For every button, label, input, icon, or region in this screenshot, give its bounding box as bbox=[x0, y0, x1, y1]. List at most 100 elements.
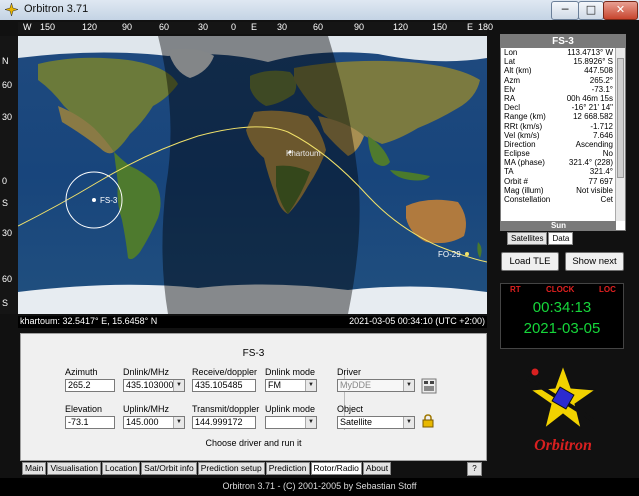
tab-location[interactable]: Location bbox=[102, 462, 141, 475]
info-row-key: Direction bbox=[504, 139, 536, 149]
dnlink-mode-value: FM bbox=[268, 380, 281, 390]
elevation-field[interactable]: -73.1 bbox=[65, 416, 115, 429]
info-row: MA (phase) 321.4° (228) bbox=[501, 158, 625, 167]
clock-toggle[interactable]: CLOCK bbox=[546, 285, 574, 294]
minimize-button[interactable]: ─ bbox=[551, 1, 579, 20]
driver-select[interactable]: MyDDE ▼ bbox=[337, 379, 415, 392]
lon-tick-label: 180 bbox=[478, 22, 494, 32]
chevron-down-icon[interactable]: ▼ bbox=[403, 417, 414, 428]
satellite-marker-fo29[interactable] bbox=[465, 252, 469, 256]
lat-tick-label: S bbox=[2, 298, 9, 308]
help-button[interactable]: ? bbox=[467, 462, 482, 476]
maximize-button[interactable]: □ bbox=[578, 1, 604, 20]
tab-prediction[interactable]: Prediction bbox=[265, 462, 310, 475]
world-map[interactable]: FS-3 FO-29 Khartoum bbox=[18, 36, 487, 314]
object-label: Object bbox=[337, 404, 364, 414]
bottom-tab-bar: Main Visualisation Location Sat/Orbit info P… bbox=[22, 462, 392, 475]
info-row-key: Decl bbox=[504, 103, 521, 113]
info-row: Azm 265.2° bbox=[501, 76, 625, 85]
lat-tick-label: S bbox=[2, 198, 9, 208]
load-tle-button[interactable]: Load TLE bbox=[501, 252, 559, 271]
orbitron-logo: Orbitron bbox=[503, 360, 623, 460]
info-row-value: Not visible bbox=[576, 185, 613, 195]
rotor-sat-title: FS-3 bbox=[242, 348, 265, 359]
dnlink-select[interactable]: 435.103000 ▼ bbox=[123, 379, 185, 392]
info-row-key: Orbit # bbox=[504, 176, 529, 186]
uplink-mode-select[interactable]: ▼ bbox=[265, 416, 317, 429]
info-row-value: -73.1° bbox=[591, 84, 613, 94]
lon-tick-label: 0 bbox=[231, 22, 237, 32]
receive-label: Receive/doppler bbox=[192, 367, 258, 377]
info-row: Elv -73.1° bbox=[501, 85, 625, 94]
lon-tick-label: 150 bbox=[432, 22, 448, 32]
chevron-down-icon[interactable]: ▼ bbox=[173, 380, 184, 391]
tab-data[interactable]: Data bbox=[548, 232, 574, 245]
info-row-key: Azm bbox=[504, 75, 520, 85]
info-row-value: No bbox=[602, 149, 613, 159]
chevron-down-icon[interactable]: ▼ bbox=[173, 417, 184, 428]
clock-time: 00:34:13 bbox=[532, 299, 592, 316]
info-row-value: 77 697 bbox=[588, 176, 613, 186]
show-next-button[interactable]: Show next bbox=[565, 252, 624, 271]
chevron-down-icon[interactable]: ▼ bbox=[305, 380, 316, 391]
lat-tick-label: 60 bbox=[2, 80, 13, 90]
chevron-down-icon[interactable]: ▼ bbox=[305, 417, 316, 428]
satellite-label-fo29: FO-29 bbox=[438, 250, 461, 259]
uplink-select[interactable]: 145.000 ▼ bbox=[123, 416, 185, 429]
info-row-value: 321.4° (228) bbox=[568, 158, 613, 168]
lon-tick-label: 120 bbox=[82, 22, 98, 32]
info-scrollbar[interactable] bbox=[615, 48, 625, 221]
close-button[interactable]: ✕ bbox=[603, 1, 638, 20]
info-rows: Lon 113.4713° W Lat 15.8926° S Alt (km) 447.5… bbox=[501, 48, 625, 204]
info-row-key: Eclipse bbox=[504, 149, 530, 159]
world-map-graphic: FS-3 FO-29 Khartoum bbox=[18, 36, 487, 314]
info-row-key: RRt (km/s) bbox=[504, 121, 543, 131]
chevron-down-icon[interactable]: ▼ bbox=[403, 380, 414, 391]
rotor-radio-panel: FS-3 Azimuth 265.2 Dnlink/MHz 435.103000… bbox=[20, 333, 487, 461]
tab-sat-orbit-info[interactable]: Sat/Orbit info bbox=[141, 462, 197, 475]
dnlink-mode-select[interactable]: FM ▼ bbox=[265, 379, 317, 392]
driver-value: MyDDE bbox=[340, 380, 371, 390]
tab-about[interactable]: About bbox=[362, 462, 392, 475]
tab-main[interactable]: Main bbox=[22, 462, 47, 475]
info-row-key: Lon bbox=[504, 48, 518, 57]
longitude-scale: W 150 120 90 60 30 0 E 30 60 90 120 150 E 180 bbox=[18, 22, 493, 34]
lat-tick-label: 30 bbox=[2, 228, 13, 238]
info-row: Mag (illum) Not visible bbox=[501, 186, 625, 195]
lon-tick-label: 120 bbox=[393, 22, 409, 32]
scrollbar-thumb[interactable] bbox=[617, 58, 624, 178]
city-label-khartoum: Khartoum bbox=[286, 149, 321, 158]
receive-field[interactable]: 435.105485 bbox=[192, 379, 256, 392]
run-driver-icon[interactable] bbox=[421, 378, 437, 394]
tab-prediction-setup[interactable]: Prediction setup bbox=[197, 462, 265, 475]
lon-tick-label: 60 bbox=[159, 22, 170, 32]
map-status-bar: khartoum: 32.5417° E, 15.6458° N 2021-03… bbox=[18, 316, 487, 328]
azimuth-field[interactable]: 265.2 bbox=[65, 379, 115, 392]
info-row-key: TA bbox=[504, 167, 514, 177]
clock-panel: RT CLOCK LOC 00:34:13 2021-03-05 bbox=[500, 283, 624, 349]
info-row: Range (km) 12 668.582 bbox=[501, 112, 625, 121]
satellite-label-fs3: FS-3 bbox=[100, 196, 118, 205]
lon-tick-label: E bbox=[467, 22, 474, 32]
satellite-marker-fs3[interactable] bbox=[92, 198, 96, 202]
object-select[interactable]: Satellite ▼ bbox=[337, 416, 415, 429]
lat-tick-label: 30 bbox=[2, 112, 13, 122]
info-row-value: 7.646 bbox=[592, 130, 613, 140]
info-row-value: -16° 21' 14" bbox=[571, 103, 613, 113]
lon-tick-label: W bbox=[23, 22, 32, 32]
info-row-key: Vel (km/s) bbox=[504, 130, 540, 140]
lon-tick-label: 30 bbox=[198, 22, 209, 32]
tab-satellites[interactable]: Satellites bbox=[507, 232, 548, 245]
info-row-key: MA (phase) bbox=[504, 158, 545, 168]
transmit-field[interactable]: 144.999172 bbox=[192, 416, 256, 429]
tab-visualisation[interactable]: Visualisation bbox=[47, 462, 102, 475]
info-row-value: 12 668.582 bbox=[572, 112, 613, 122]
dnlink-label: Dnlink/MHz bbox=[123, 367, 170, 377]
orbitron-logo-graphic: Orbitron bbox=[525, 364, 597, 454]
loc-toggle[interactable]: LOC bbox=[599, 285, 616, 294]
info-row: TA 321.4° bbox=[501, 167, 625, 176]
tab-rotor-radio[interactable]: Rotor/Radio bbox=[310, 462, 362, 475]
rt-toggle[interactable]: RT bbox=[510, 285, 521, 294]
lock-icon[interactable] bbox=[422, 414, 434, 428]
info-row-key: Alt (km) bbox=[504, 66, 532, 76]
